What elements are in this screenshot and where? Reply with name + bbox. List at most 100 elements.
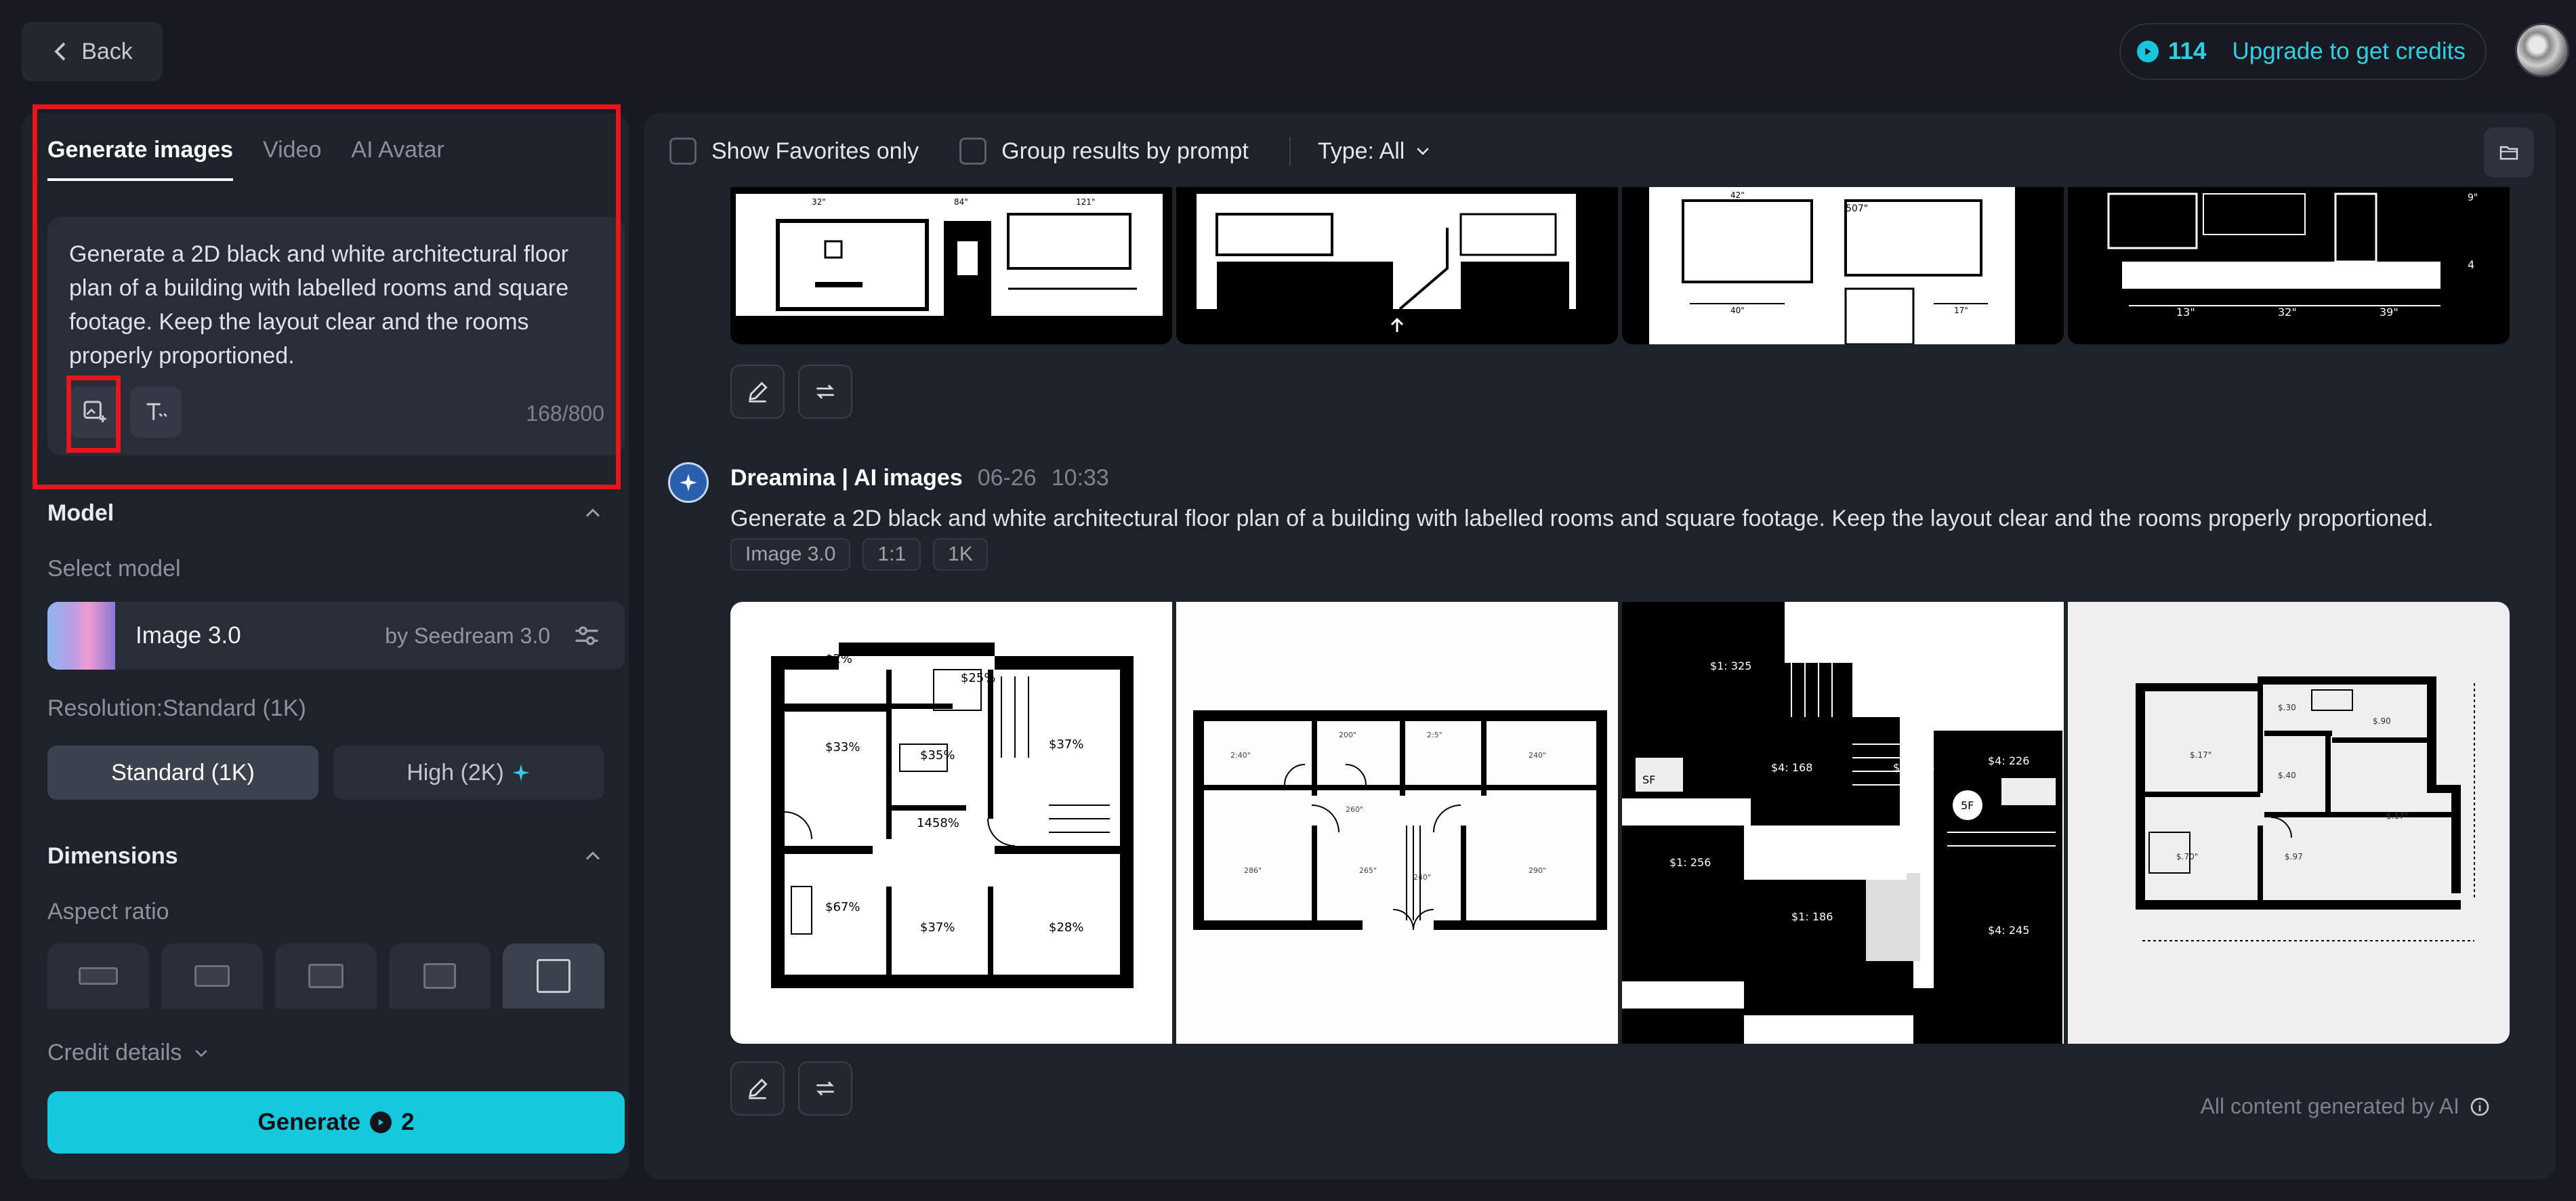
svg-text:$.40: $.40 — [2278, 771, 2296, 780]
generate-cost: 2 — [401, 1109, 415, 1135]
coin-icon — [370, 1112, 392, 1133]
folder-icon — [2499, 146, 2518, 160]
chevron-up-icon[interactable] — [583, 846, 603, 866]
edit-button[interactable] — [730, 1061, 785, 1116]
edit-button[interactable] — [730, 365, 785, 419]
generated-image-4[interactable]: $.17" $.30 $.90 $.40 $.17" $.70" $.97 — [2068, 602, 2510, 1044]
svg-text:17": 17" — [1954, 306, 1968, 315]
show-favorites-label: Show Favorites only — [711, 138, 919, 164]
previous-image-3[interactable]: 40" 17" 507" 42" — [1622, 187, 2064, 344]
coin-icon — [2137, 41, 2159, 62]
model-thumbnail — [47, 602, 115, 670]
aspect-ratio-label: Aspect ratio — [47, 899, 169, 924]
folder-button[interactable] — [2484, 127, 2534, 178]
resolution-label: Resolution:Standard (1K) — [47, 695, 306, 721]
left-panel: Generate images Video AI Avatar Generate… — [22, 104, 629, 1179]
credits-pill[interactable]: 114 Upgrade to get credits — [2119, 23, 2487, 80]
svg-text:$25%: $25% — [961, 671, 995, 685]
resolution-high-label: High (2K) — [407, 759, 504, 786]
resolution-high-button[interactable]: High (2K) — [333, 746, 604, 800]
previous-image-1[interactable]: 32" 84" 121" — [730, 187, 1172, 344]
svg-text:$33%: $33% — [825, 740, 860, 754]
chevron-up-icon[interactable] — [583, 503, 603, 523]
settings-sliders-icon[interactable] — [572, 621, 602, 651]
svg-text:$.17": $.17" — [2386, 811, 2408, 821]
svg-text:121": 121" — [1076, 197, 1095, 207]
svg-text:$4: 168: $4: 168 — [1771, 761, 1812, 774]
svg-text:$37%: $37% — [1049, 737, 1083, 752]
svg-text:260": 260" — [1346, 805, 1363, 814]
chevron-down-icon — [195, 1049, 208, 1057]
generated-image-1[interactable]: $2% $25% $33% $35% $37% 1458% $67% $37% … — [730, 602, 1172, 1044]
svg-text:240": 240" — [1529, 751, 1546, 760]
model-selector[interactable]: Image 3.0 by Seedream 3.0 — [47, 602, 625, 670]
generated-image-strip: $2% $25% $33% $35% $37% 1458% $67% $37% … — [730, 602, 2510, 1044]
tag-resolution: 1K — [933, 538, 988, 571]
generated-image-3[interactable]: $1: 325 $4: 168 $4: 226 $4: 226 $1: 256 … — [1622, 602, 2064, 1044]
svg-text:200": 200" — [1339, 731, 1356, 739]
edit-icon — [749, 1078, 768, 1099]
regenerate-button[interactable] — [798, 1061, 852, 1116]
svg-text:$4: 245: $4: 245 — [1988, 924, 2029, 937]
svg-text:13": 13" — [2176, 306, 2195, 319]
upgrade-link[interactable]: Upgrade to get credits — [2232, 38, 2465, 65]
aspect-option-selected[interactable] — [503, 943, 604, 1009]
svg-text:2:5": 2:5" — [1427, 731, 1442, 739]
chevron-down-icon — [1417, 148, 1430, 155]
aspect-option[interactable] — [47, 943, 149, 1009]
divider — [1289, 137, 1291, 165]
svg-text:$1: 325: $1: 325 — [1710, 659, 1751, 672]
aspect-option[interactable] — [275, 943, 377, 1009]
svg-text:$1: 186: $1: 186 — [1791, 910, 1833, 923]
ai-disclaimer: All content generated by AI — [2201, 1094, 2491, 1119]
generated-image-2[interactable]: 2:40" 200" 2:5" 240" 260" 286" 265" 240"… — [1176, 602, 1618, 1044]
type-filter-dropdown[interactable]: Type: All — [1318, 138, 1432, 165]
svg-text:$1: 256: $1: 256 — [1669, 856, 1711, 869]
credits-count: 114 — [2168, 38, 2207, 64]
svg-text:$28%: $28% — [1049, 920, 1083, 935]
svg-text:240": 240" — [1413, 873, 1431, 882]
credit-details-toggle[interactable]: Credit details — [47, 1040, 210, 1066]
previous-image-2[interactable] — [1176, 187, 1618, 344]
back-label: Back — [81, 38, 133, 64]
svg-text:$.70": $.70" — [2176, 852, 2198, 861]
sparkle-icon — [512, 764, 530, 781]
svg-text:$4: 226: $4: 226 — [1893, 761, 1934, 774]
credit-details-label: Credit details — [47, 1040, 182, 1065]
generate-label: Generate — [257, 1109, 361, 1135]
ai-disclaimer-text: All content generated by AI — [2200, 1094, 2459, 1118]
group-results-label: Group results by prompt — [1001, 138, 1249, 164]
back-button[interactable]: Back — [22, 22, 163, 81]
generation-time: 10:33 — [1051, 465, 1109, 491]
group-results-toggle[interactable]: Group results by prompt — [959, 138, 1249, 165]
model-name: Image 3.0 — [136, 622, 241, 649]
checkbox[interactable] — [959, 138, 987, 165]
model-section-title: Model — [47, 500, 115, 526]
select-model-label: Select model — [47, 556, 181, 582]
svg-text:40": 40" — [1730, 306, 1745, 315]
tag-model: Image 3.0 — [730, 538, 851, 571]
checkbox[interactable] — [669, 138, 697, 165]
regenerate-button[interactable] — [798, 365, 852, 419]
generation-prompt[interactable]: Generate a 2D black and white architectu… — [730, 506, 2434, 532]
svg-text:4: 4 — [2468, 258, 2474, 271]
resolution-standard-button[interactable]: Standard (1K) — [47, 746, 318, 800]
generate-button[interactable]: Generate 2 — [47, 1091, 625, 1154]
svg-text:$.90: $.90 — [2373, 716, 2391, 726]
avatar[interactable] — [2515, 23, 2569, 77]
previous-image-4[interactable]: 13" 32" 39" 4 9" — [2068, 187, 2510, 344]
svg-text:42": 42" — [1730, 190, 1745, 200]
regenerate-icon — [816, 384, 834, 399]
model-provider: by Seedream 3.0 — [385, 624, 550, 648]
svg-text:$.30: $.30 — [2278, 703, 2296, 712]
results-toolbar: Show Favorites only Group results by pro… — [669, 137, 1472, 165]
aspect-option[interactable] — [161, 943, 263, 1009]
aspect-option[interactable] — [389, 943, 491, 1009]
dimensions-section-title: Dimensions — [47, 843, 178, 869]
svg-text:$2%: $2% — [825, 652, 852, 666]
info-icon[interactable] — [2469, 1096, 2491, 1118]
svg-text:$4: 226: $4: 226 — [1988, 754, 2029, 767]
svg-text:$.97: $.97 — [2285, 852, 2303, 861]
svg-text:2:40": 2:40" — [1230, 751, 1251, 760]
show-favorites-toggle[interactable]: Show Favorites only — [669, 138, 919, 165]
